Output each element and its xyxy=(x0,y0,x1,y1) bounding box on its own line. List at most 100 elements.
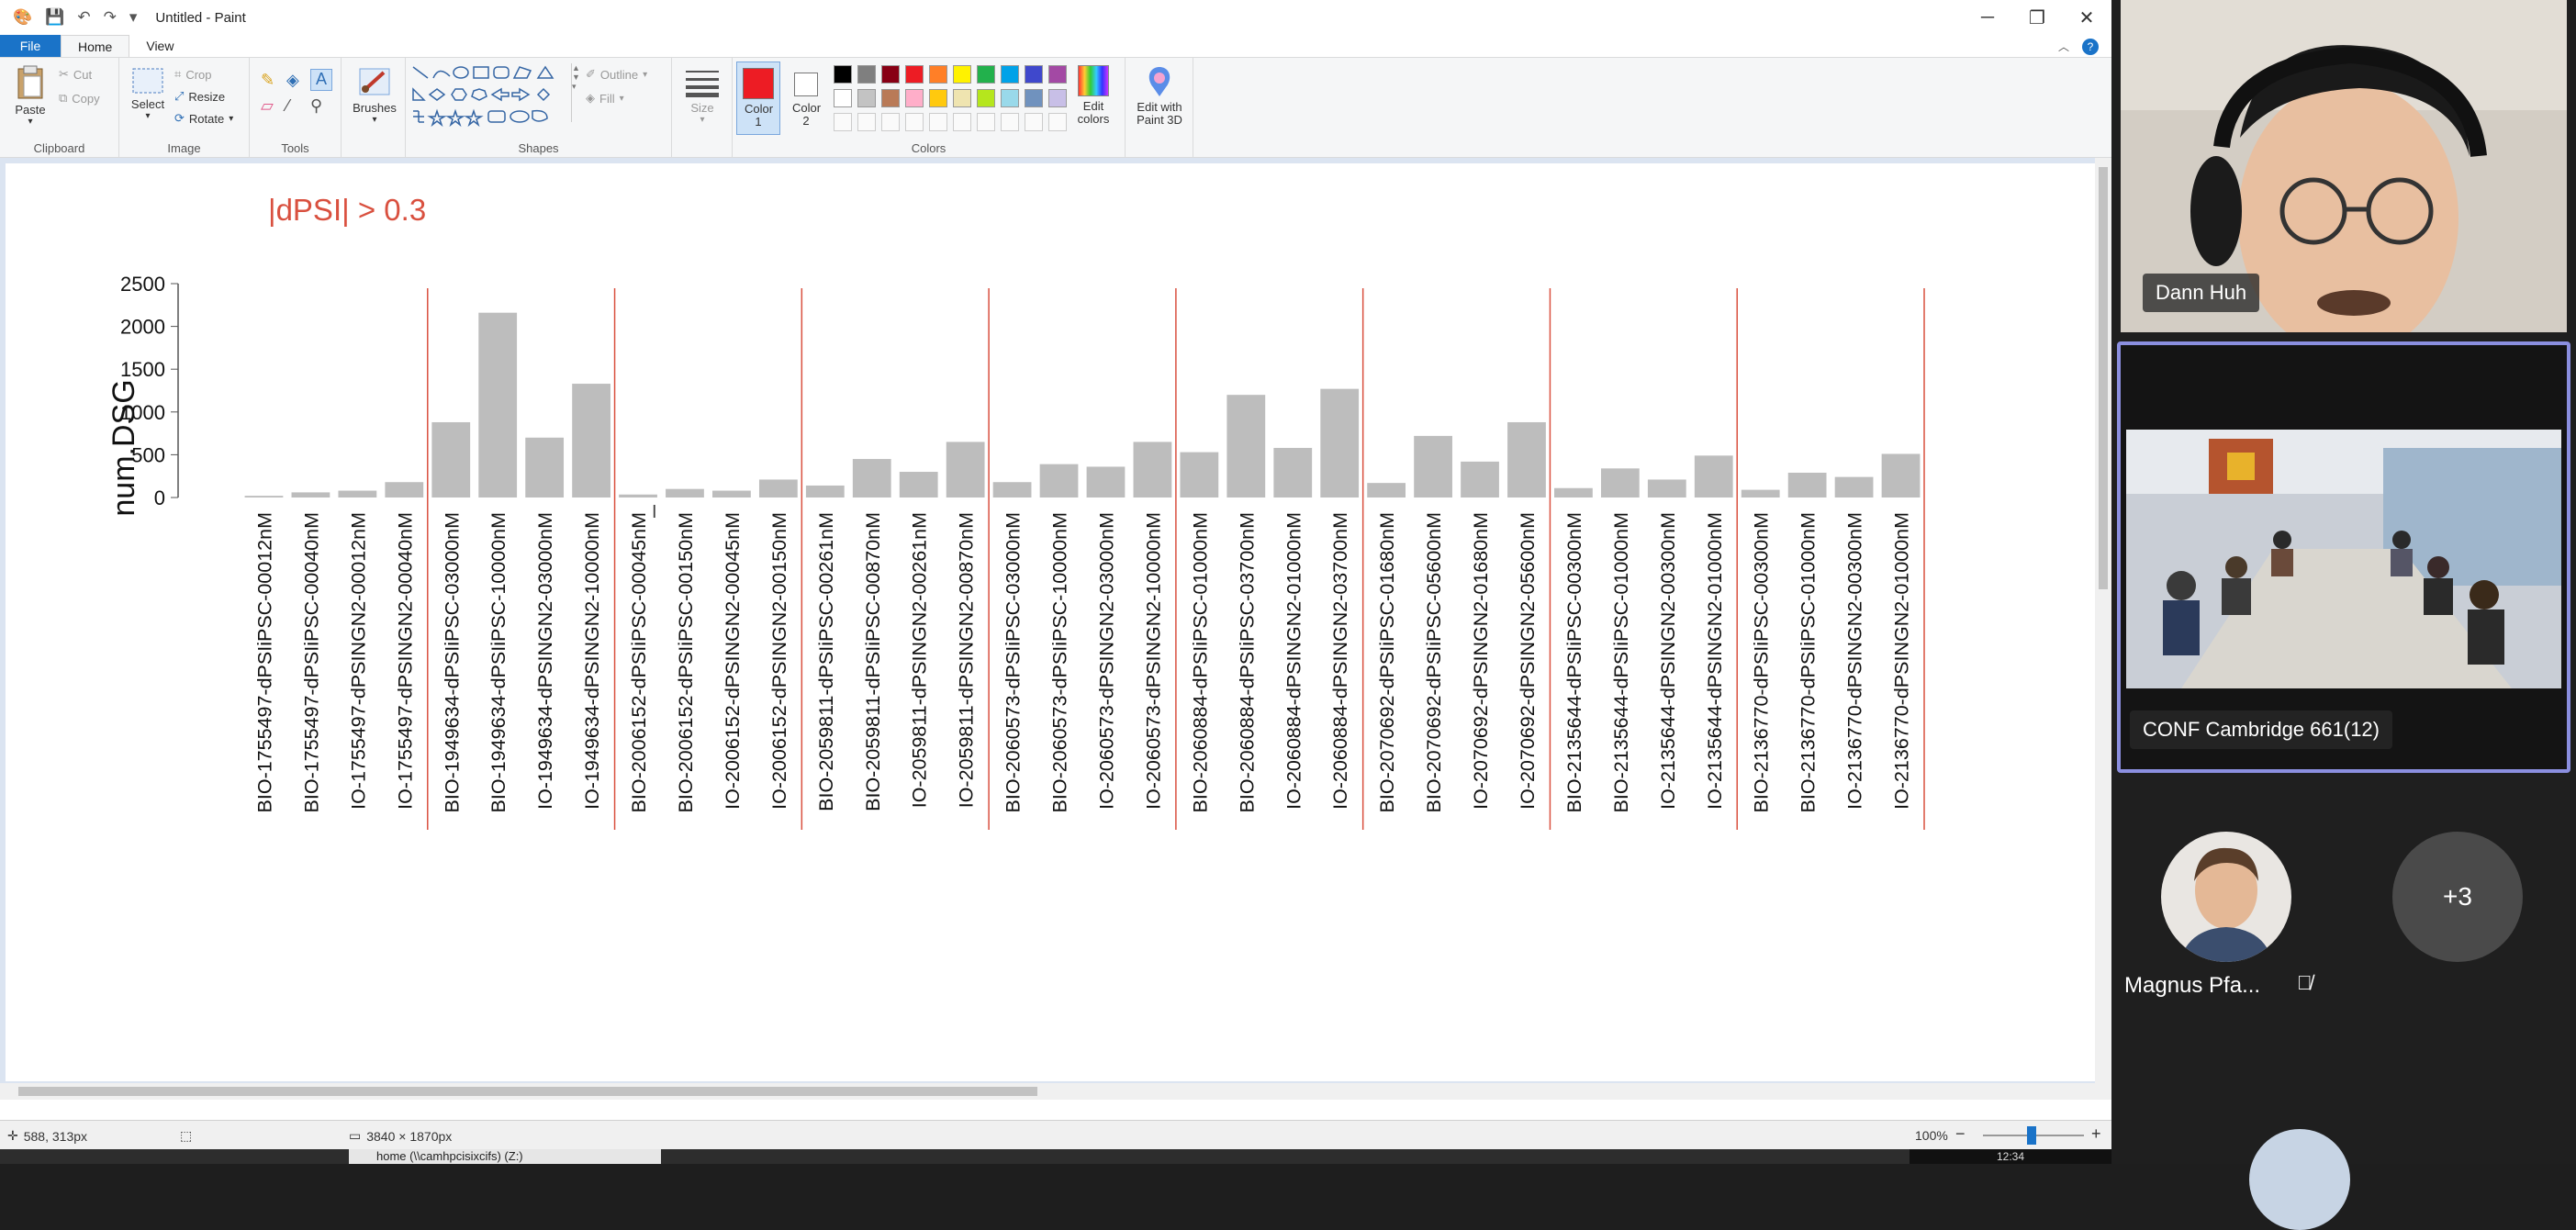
zoom-in-button[interactable]: + xyxy=(2091,1124,2101,1144)
help-icon[interactable]: ? xyxy=(2082,39,2099,55)
x-tick-label: IO-2060573-dPSINGN2-10000nM xyxy=(1142,512,1164,810)
color2-swatch xyxy=(794,73,818,96)
x-tick-label: BIO-1949634-dPSIiPSC-10000nM xyxy=(487,512,510,812)
vertical-scrollbar[interactable] xyxy=(2095,158,2111,1100)
palette-swatch-empty[interactable] xyxy=(929,113,947,131)
participant-name: Dann Huh xyxy=(2143,274,2260,312)
shapes-group: ▲ ▼ ▾ ✐ Outline ▾ ◈ Fill ▾ Shapes xyxy=(406,58,672,159)
cut-label: Cut xyxy=(73,67,93,82)
palette-swatch[interactable] xyxy=(905,65,924,84)
x-tick-label: IO-2060884-dPSINGN2-01000nM xyxy=(1282,512,1305,810)
horizontal-scroll-thumb[interactable] xyxy=(18,1087,1037,1096)
palette-swatch-empty[interactable] xyxy=(1048,113,1067,131)
maximize-button[interactable]: ❐ xyxy=(2012,0,2062,35)
resize-button[interactable]: ⤢ Resize xyxy=(174,89,225,104)
video-tile-dann-huh[interactable]: Dann Huh xyxy=(2121,0,2567,332)
home-tab[interactable]: Home xyxy=(61,35,130,57)
palette-swatch[interactable] xyxy=(1025,89,1043,107)
customize-quick-access-icon[interactable]: ▾ xyxy=(129,8,138,27)
rotate-icon: ⟳ xyxy=(174,111,185,125)
vertical-scroll-thumb[interactable] xyxy=(2099,167,2108,589)
edit-colors-button[interactable]: Edit colors xyxy=(1070,65,1116,126)
palette-swatch[interactable] xyxy=(857,65,876,84)
palette-swatch-empty[interactable] xyxy=(857,113,876,131)
redo-icon[interactable]: ↷ xyxy=(104,8,117,27)
palette-swatch[interactable] xyxy=(929,65,947,84)
palette-swatch[interactable] xyxy=(905,89,924,107)
edit-with-paint3d-label: Edit with Paint 3D xyxy=(1137,100,1182,127)
undo-icon[interactable]: ↶ xyxy=(77,8,90,27)
outline-dropdown[interactable]: ✐ Outline ▾ xyxy=(586,67,647,82)
x-tick-label: IO-2070692-dPSINGN2-01680nM xyxy=(1470,512,1492,810)
color-picker-icon[interactable]: ⁄ xyxy=(286,96,289,116)
palette-swatch-empty[interactable] xyxy=(905,113,924,131)
file-tab[interactable]: File xyxy=(0,35,61,57)
more-participants-tile[interactable]: +3 xyxy=(2352,808,2563,1019)
copy-button[interactable]: ⧉ Copy xyxy=(59,91,100,106)
fill-bucket-icon[interactable]: ◈ xyxy=(286,71,299,90)
palette-swatch[interactable] xyxy=(953,65,971,84)
participant-name: Magnus Pfa... xyxy=(2124,973,2261,998)
palette-swatch-empty[interactable] xyxy=(881,113,900,131)
select-label: Select xyxy=(130,97,165,111)
edit-colors-label: Edit colors xyxy=(1077,99,1110,126)
palette-swatch[interactable] xyxy=(977,89,995,107)
more-participants-badge[interactable]: +3 xyxy=(2392,832,2523,962)
magnifier-icon[interactable]: ⚲ xyxy=(310,96,322,116)
close-button[interactable]: ✕ xyxy=(2062,0,2111,35)
rotate-button[interactable]: ⟳ Rotate ▾ xyxy=(174,111,233,126)
cut-button[interactable]: ✂ Cut xyxy=(59,67,92,82)
palette-swatch[interactable] xyxy=(977,65,995,84)
x-tick-label: BIO-2136770-dPSIiPSC-00300nM xyxy=(1751,512,1773,812)
horizontal-scrollbar[interactable] xyxy=(0,1083,2095,1100)
bar xyxy=(805,485,845,498)
color1-button[interactable]: Color 1 xyxy=(736,62,780,135)
paste-button[interactable]: Paste ▾ xyxy=(7,65,53,127)
palette-swatch[interactable] xyxy=(953,89,971,107)
video-tile-conference-room[interactable]: CONF Cambridge 661(12) xyxy=(2117,341,2570,773)
x-tick-label: IO-2070692-dPSINGN2-05600nM xyxy=(1517,512,1539,810)
brushes-button[interactable]: Brushes ▾ xyxy=(347,65,402,125)
palette-swatch[interactable] xyxy=(834,89,852,107)
crop-button[interactable]: ⌗ Crop xyxy=(174,67,212,82)
color2-button[interactable]: Color 2 xyxy=(784,62,828,135)
eraser-icon[interactable]: ▱ xyxy=(261,96,274,116)
shapes-gallery[interactable] xyxy=(409,63,575,128)
zoom-slider-thumb[interactable] xyxy=(2027,1126,2036,1145)
pencil-icon[interactable]: ✎ xyxy=(261,71,274,90)
bar xyxy=(525,437,565,498)
save-icon[interactable]: 💾 xyxy=(45,8,64,27)
collapse-ribbon-icon[interactable]: ︿ xyxy=(2058,39,2069,55)
palette-swatch[interactable] xyxy=(1001,65,1019,84)
text-tool-icon[interactable]: A xyxy=(310,69,332,91)
select-button[interactable]: Select ▾ xyxy=(125,67,171,121)
palette-swatch-empty[interactable] xyxy=(834,113,852,131)
palette-swatch[interactable] xyxy=(1001,89,1019,107)
view-tab[interactable]: View xyxy=(129,35,190,57)
palette-swatch-empty[interactable] xyxy=(953,113,971,131)
palette-swatch[interactable] xyxy=(1025,65,1043,84)
palette-swatch-empty[interactable] xyxy=(977,113,995,131)
palette-swatch[interactable] xyxy=(1048,89,1067,107)
fill-dropdown[interactable]: ◈ Fill ▾ xyxy=(586,91,624,106)
palette-swatch[interactable] xyxy=(1048,65,1067,84)
y-axis-label: num.DSG xyxy=(106,379,141,516)
palette-swatch[interactable] xyxy=(857,89,876,107)
palette-swatch-empty[interactable] xyxy=(1025,113,1043,131)
video-tile-magnus[interactable]: Magnus Pfa... 🎙̸ xyxy=(2121,808,2332,1019)
palette-swatch[interactable] xyxy=(881,65,900,84)
palette-swatch[interactable] xyxy=(929,89,947,107)
drawing-canvas[interactable]: |dPSI| > 0.3 0 500 1000 1500 2000 2500 BIO-17… xyxy=(6,163,2099,1081)
size-button[interactable]: Size ▾ xyxy=(679,67,725,125)
palette-swatch[interactable] xyxy=(881,89,900,107)
x-tick-label: BIO-1949634-dPSIiPSC-03000nM xyxy=(441,512,463,812)
taskbar-clock: 12:34 xyxy=(1910,1149,2111,1164)
minimize-button[interactable]: ─ xyxy=(1963,0,2012,35)
palette-swatch-empty[interactable] xyxy=(1001,113,1019,131)
zoom-out-button[interactable]: − xyxy=(1955,1124,1966,1144)
bar xyxy=(1461,461,1499,498)
edit-with-paint3d-button[interactable]: Edit with Paint 3D xyxy=(1129,65,1190,127)
palette-swatch[interactable] xyxy=(834,65,852,84)
brush-icon xyxy=(359,68,390,95)
taskbar-item-home-drive[interactable]: home (\\camhpcisixcifs) (Z:) xyxy=(349,1149,661,1164)
